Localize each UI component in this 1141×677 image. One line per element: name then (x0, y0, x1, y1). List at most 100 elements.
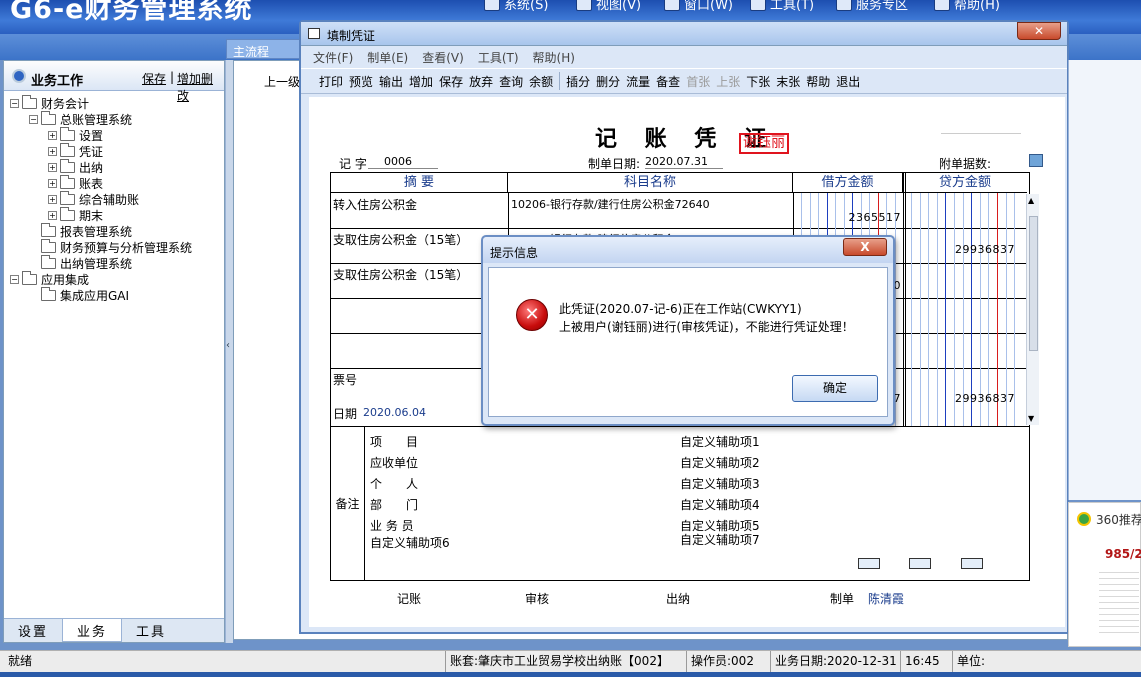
toolbar-button[interactable]: 放弃 (469, 73, 493, 90)
notes-edit-icon[interactable] (909, 558, 931, 569)
row1-debit[interactable]: 2365517 (801, 211, 901, 224)
nav-tree-item[interactable]: + 账表 (48, 174, 103, 191)
nav-tree-item[interactable]: + 设置 (48, 126, 103, 143)
dialog-titlebar[interactable]: 提示信息 X (483, 237, 893, 263)
nav-tree-item[interactable]: 财务预算与分析管理系统 (29, 238, 192, 255)
toolbar-button[interactable]: 帮助 (806, 73, 830, 90)
note-field-label[interactable]: 自定义辅助项3 (680, 475, 760, 492)
tab-settings[interactable]: 设置 (4, 619, 62, 642)
menu-view[interactable]: 视图(V) (576, 0, 641, 13)
menu-window[interactable]: 窗口(W) (664, 0, 733, 13)
nav-tree-item[interactable]: − 总账管理系统 (29, 110, 132, 127)
note-field-label[interactable]: 自定义辅助项7 (680, 531, 760, 548)
note-field-label[interactable]: 自定义辅助项6 (370, 534, 450, 551)
row1-account[interactable]: 10206-银行存款/建行住房公积金72640 (511, 196, 710, 212)
note-field-label[interactable]: 项 目 (370, 433, 418, 450)
toolbar-button[interactable]: 删分 (596, 73, 620, 90)
toolbar-button[interactable]: 预览 (349, 73, 373, 90)
recommend-panel[interactable]: 360推荐 985/21 (1068, 502, 1141, 647)
notes-tool-icon[interactable] (961, 558, 983, 569)
expand-icon[interactable]: + (48, 194, 57, 204)
nav-tree-item[interactable]: + 期末 (48, 206, 103, 223)
magnifier-icon[interactable] (1029, 154, 1043, 167)
tab-business[interactable]: 业务 (62, 619, 123, 642)
voucher-word-label: 记 字 (339, 157, 367, 171)
row3-summary[interactable]: 支取住房公积金（15笔） (333, 266, 468, 283)
folder-icon (60, 206, 75, 221)
nav-tree-item[interactable]: − 应用集成 (10, 270, 89, 287)
nav-tree-item[interactable]: + 出纳 (48, 158, 103, 175)
add-remove-link[interactable]: 增加删改 (177, 70, 224, 104)
note-field-label[interactable]: 个 人 (370, 475, 418, 492)
voucher-date-field[interactable]: 2020.07.31 (645, 155, 723, 169)
panel-splitter[interactable]: ‹ (225, 60, 233, 643)
toolbar-button[interactable]: 下张 (746, 73, 770, 90)
collapse-icon[interactable]: − (10, 98, 19, 108)
menu-make[interactable]: 制单(E) (367, 49, 408, 66)
note-field-label[interactable]: 自定义辅助项2 (680, 454, 760, 471)
toolbar-button[interactable]: 余额 (529, 73, 553, 90)
toolbar-group-nav: 插分 删分 流量 备查 首张 上张 下张 末张 帮助 退出 (566, 73, 866, 90)
expand-icon[interactable]: + (48, 130, 57, 140)
note-field-label[interactable]: 部 门 (370, 496, 418, 513)
menu-tools[interactable]: 工具(T) (750, 0, 814, 13)
toolbar-group-file: 打印 预览 输出 增加 保存 放弃 查询 余额 (319, 73, 559, 90)
nav-tree-item[interactable]: 报表管理系统 (29, 222, 132, 239)
scroll-down-icon[interactable]: ▼ (1028, 414, 1034, 423)
ok-button[interactable]: 确定 (792, 375, 878, 402)
nav-tree-item[interactable]: + 凭证 (48, 142, 103, 159)
menu-help[interactable]: 帮助(H) (934, 0, 1000, 13)
folder-icon (41, 110, 56, 125)
toolbar-button[interactable]: 退出 (836, 73, 860, 90)
note-field-label[interactable]: 业 务 员 (370, 517, 414, 534)
voucher-extra-field[interactable] (941, 133, 1021, 134)
toolbar-button[interactable]: 打印 (319, 73, 343, 90)
toolbar-button[interactable]: 流量 (626, 73, 650, 90)
right-background (1068, 60, 1141, 500)
notes-list-icon[interactable] (858, 558, 880, 569)
menu-view[interactable]: 查看(V) (422, 49, 464, 66)
grid-scrollbar[interactable]: ▲ ▼ (1026, 194, 1039, 425)
toolbar-button[interactable]: 增加 (409, 73, 433, 90)
expand-icon[interactable]: + (48, 210, 57, 220)
toolbar-button[interactable]: 备查 (656, 73, 680, 90)
note-field-label[interactable]: 自定义辅助项1 (680, 433, 760, 450)
toolbar-button[interactable]: 查询 (499, 73, 523, 90)
col-account-header: 科目名称 (508, 173, 793, 193)
toolbar-button[interactable]: 末张 (776, 73, 800, 90)
note-field-label[interactable]: 应收单位 (370, 454, 418, 471)
collapse-icon[interactable]: − (29, 114, 38, 124)
menu-tools[interactable]: 工具(T) (478, 49, 519, 66)
nav-tree-item[interactable]: 出纳管理系统 (29, 254, 132, 271)
toolbar-button[interactable]: 插分 (566, 73, 590, 90)
save-link[interactable]: 保存 (142, 70, 166, 87)
nav-tree-item[interactable]: − 财务会计 (10, 94, 89, 111)
toolbar-button[interactable]: 保存 (439, 73, 463, 90)
expand-icon[interactable]: + (48, 178, 57, 188)
up-level-button[interactable]: 上一级 (264, 73, 300, 90)
tab-tools[interactable]: 工具 (122, 619, 180, 642)
menu-file[interactable]: 文件(F) (313, 49, 353, 66)
menu-system[interactable]: 系统(S) (484, 0, 548, 13)
row1-summary[interactable]: 转入住房公积金 (333, 196, 417, 213)
close-button[interactable]: ✕ (1017, 22, 1061, 40)
nav-tree-item[interactable]: 集成应用GAI (29, 286, 129, 303)
nav-tree-item[interactable]: + 综合辅助账 (48, 190, 139, 207)
voucher-window-titlebar[interactable]: 填制凭证 ✕ (301, 22, 1067, 46)
toolbar-button[interactable]: 输出 (379, 73, 403, 90)
scroll-thumb[interactable] (1029, 216, 1038, 351)
dialog-close-button[interactable]: X (843, 238, 887, 256)
voucher-number-field[interactable]: 0006 (368, 155, 438, 169)
collapse-icon[interactable]: − (10, 274, 19, 284)
note-field-label[interactable]: 自定义辅助项4 (680, 496, 760, 513)
expand-icon[interactable]: + (48, 146, 57, 156)
row2-summary[interactable]: 支取住房公积金（15笔） (333, 231, 468, 248)
chevron-left-icon[interactable]: ‹ (226, 340, 233, 351)
menu-help[interactable]: 帮助(H) (533, 49, 575, 66)
row2-credit[interactable]: 29936837 (911, 243, 1015, 256)
expand-icon[interactable]: + (48, 162, 57, 172)
tab-main-flow[interactable]: 主流程 (226, 39, 306, 59)
scroll-up-icon[interactable]: ▲ (1028, 196, 1034, 205)
status-unit: 单位: (952, 651, 985, 672)
menu-service[interactable]: 服务专区 (836, 0, 908, 13)
